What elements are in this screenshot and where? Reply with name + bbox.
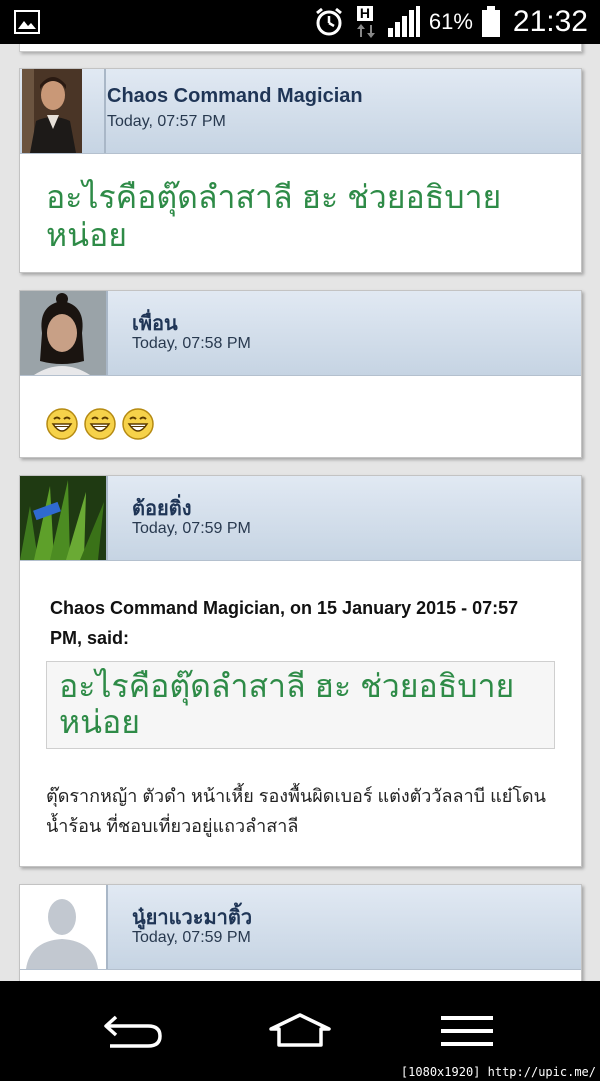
forum-post: Chaos Command Magician Today, 07:57 PM อ… [19, 68, 582, 273]
post-date: Today, 07:59 PM [132, 929, 251, 946]
battery-icon [481, 6, 500, 37]
menu-button[interactable] [432, 1003, 502, 1059]
avatar[interactable] [20, 69, 104, 153]
avatar[interactable] [20, 885, 106, 969]
post-header: ต้อยติ่ง Today, 07:59 PM [20, 476, 581, 561]
post-header: Chaos Command Magician Today, 07:57 PM [20, 69, 581, 154]
post-author[interactable]: Chaos Command Magician [107, 85, 363, 108]
previous-post-card [19, 44, 582, 52]
forum-post: ต้อยติ่ง Today, 07:59 PM Chaos Command M… [19, 475, 582, 867]
home-button[interactable] [265, 1003, 335, 1059]
post-date: Today, 07:59 PM [132, 520, 251, 537]
menu-icon [441, 1016, 493, 1046]
post-body: Chaos Command Magician, on 15 January 20… [20, 561, 581, 841]
battery-percent: 61% [428, 9, 473, 34]
back-icon [104, 1015, 162, 1048]
post-date: Today, 07:58 PM [132, 335, 251, 352]
home-icon [269, 1013, 331, 1047]
post-body [20, 376, 581, 445]
laugh-emoticon [46, 408, 78, 440]
back-button[interactable] [98, 1003, 168, 1059]
post-text: ตุ๊ดรากหญ้า ตัวดำ หน้าเหี้ย รองพื้นผิดเบ… [46, 786, 546, 836]
signal-icon [387, 6, 420, 37]
forum-post: นู๋ยาแวะมาติ้ว Today, 07:59 PM [19, 884, 582, 981]
forum-post: เพื่อน Today, 07:58 PM [19, 290, 582, 458]
avatar[interactable] [20, 291, 106, 375]
quote-text: อะไรคือตุ๊ดลำสาลี ฮะ ช่วยอธิบายหน่อย [59, 668, 515, 740]
status-bar: H 61% 21:32 [0, 0, 600, 44]
post-header: นู๋ยาแวะมาติ้ว Today, 07:59 PM [20, 885, 581, 970]
navigation-bar: [1080x1920] http://upic.me/ [0, 981, 600, 1081]
post-header: เพื่อน Today, 07:58 PM [20, 291, 581, 376]
watermark: [1080x1920] http://upic.me/ [400, 1065, 596, 1079]
post-date: Today, 07:57 PM [107, 113, 226, 130]
gallery-icon [14, 10, 40, 34]
post-text: อะไรคือตุ๊ดลำสาลี ฮะ ช่วยอธิบายหน่อย [46, 179, 502, 253]
alarm-icon [315, 7, 342, 36]
avatar[interactable] [20, 476, 106, 560]
network-h-icon: H [353, 4, 379, 40]
laugh-emoticon [84, 408, 116, 440]
laugh-emoticon [122, 408, 154, 440]
quote-citation: Chaos Command Magician, on 15 January 20… [50, 598, 519, 648]
quote-block: อะไรคือตุ๊ดลำสาลี ฮะ ช่วยอธิบายหน่อย [46, 661, 555, 749]
post-body: อะไรคือตุ๊ดลำสาลี ฮะ ช่วยอธิบายหน่อย [20, 154, 581, 254]
forum-thread[interactable]: Chaos Command Magician Today, 07:57 PM อ… [0, 44, 600, 981]
clock: 21:32 [512, 5, 588, 38]
